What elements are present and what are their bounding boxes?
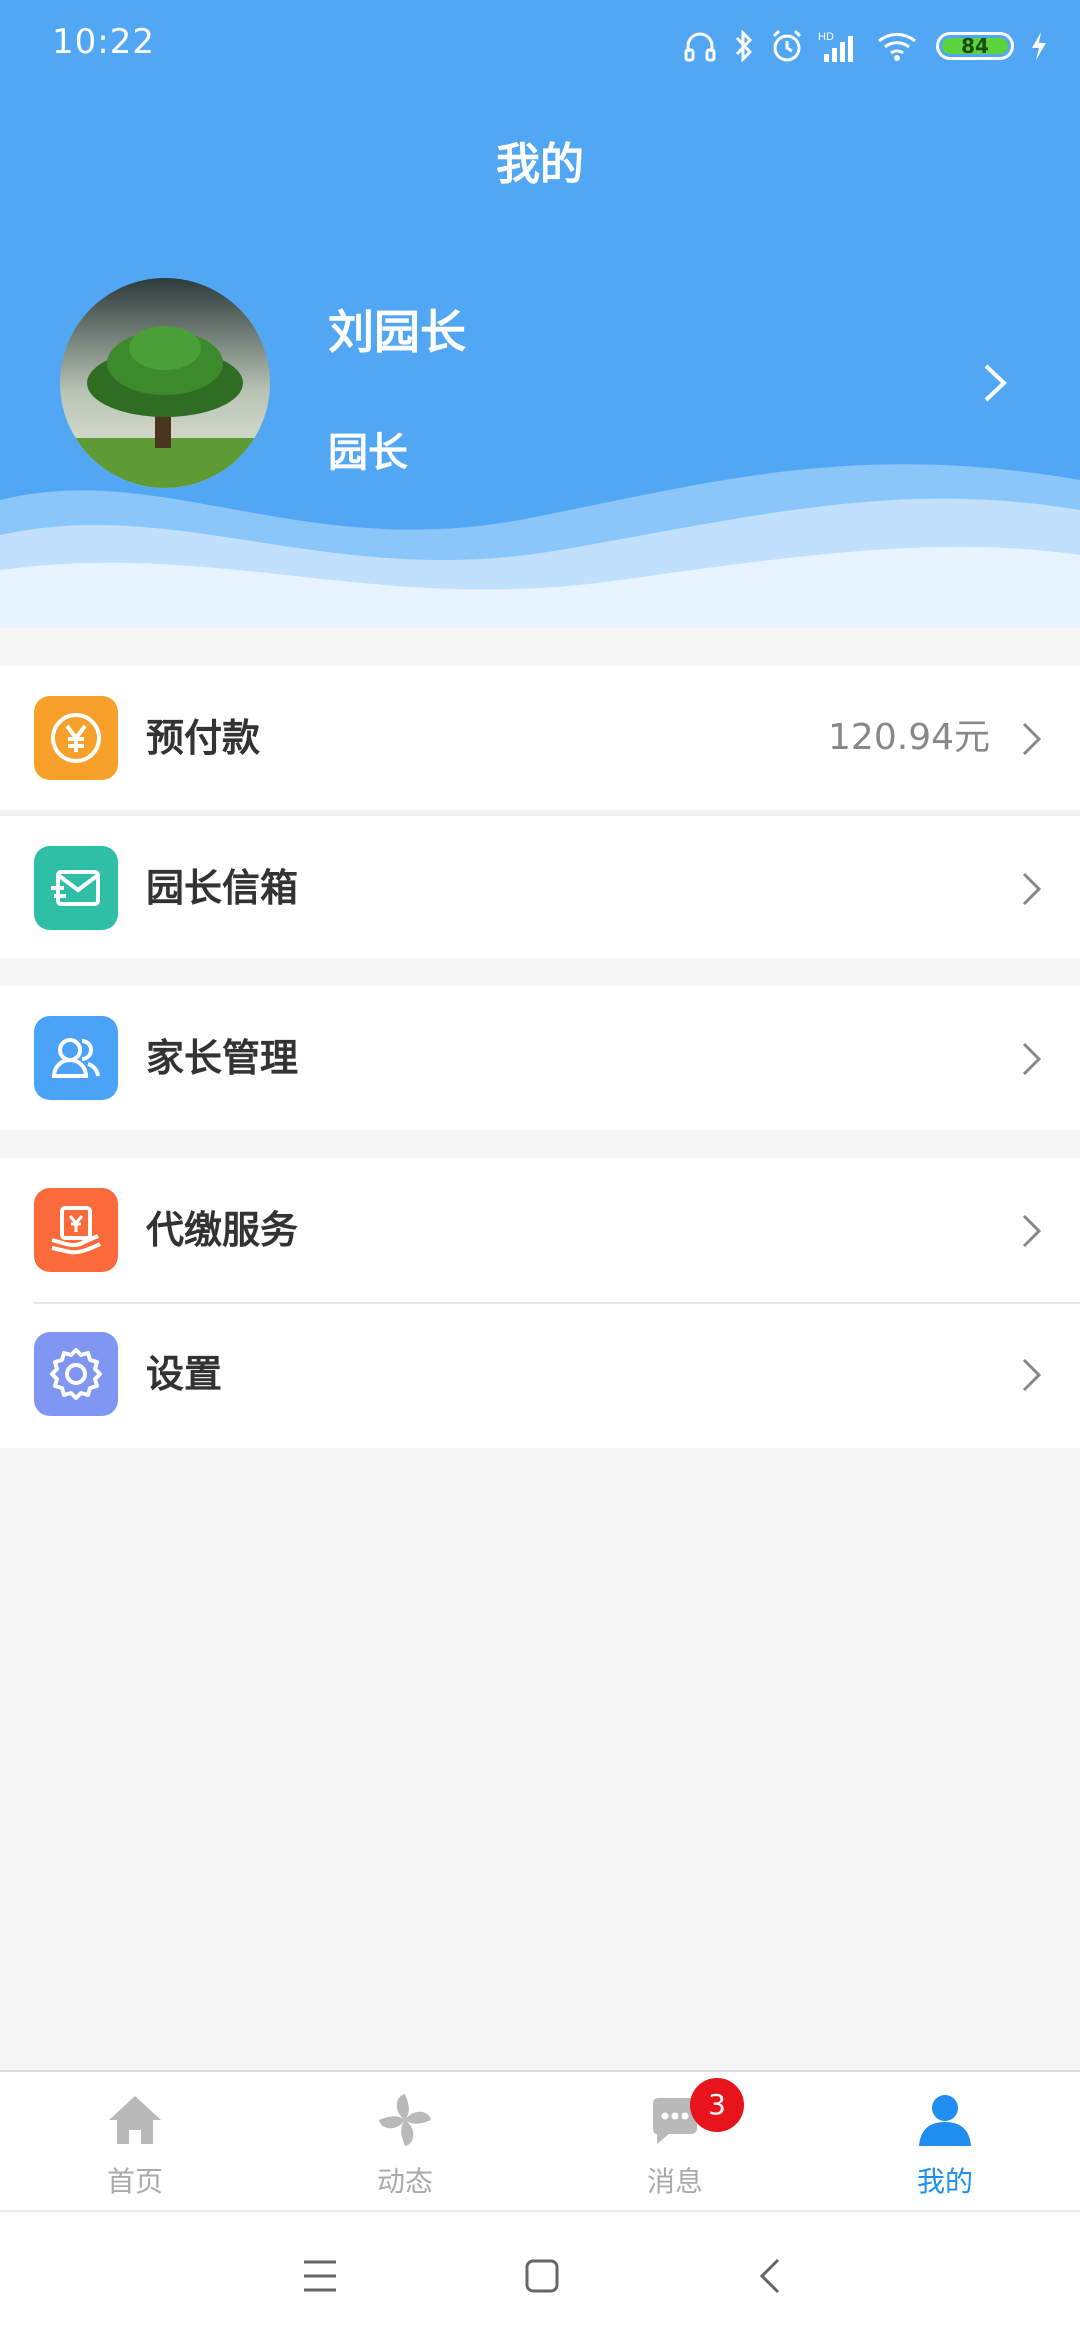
tab-mine[interactable]: 我的 xyxy=(810,2072,1080,2212)
tab-home[interactable]: 首页 xyxy=(0,2072,270,2212)
mail-icon xyxy=(34,846,118,930)
page-title: 我的 xyxy=(496,139,584,190)
chevron-right-icon xyxy=(1022,872,1042,906)
account-card: 预付款 120.94元 园长信箱 xyxy=(0,666,1080,958)
menu-label-prepaid: 预付款 xyxy=(146,716,261,760)
menu-label-mailbox: 园长信箱 xyxy=(146,866,299,910)
tab-feed[interactable]: 动态 xyxy=(270,2072,540,2212)
menu-row-prepaid[interactable]: 预付款 120.94元 xyxy=(0,666,1080,810)
status-time: 10:22 xyxy=(52,22,155,62)
status-icons: HD 84 xyxy=(682,24,1050,68)
signal-hd-icon: HD xyxy=(818,31,853,62)
menu-row-parents[interactable]: 家长管理 xyxy=(0,986,1080,1130)
headphones-icon xyxy=(684,32,716,62)
prepaid-balance: 120.94元 xyxy=(828,717,990,758)
tab-label-messages: 消息 xyxy=(646,2165,703,2198)
payment-icon xyxy=(34,1188,118,1272)
back-icon[interactable] xyxy=(756,2256,784,2296)
user-role: 园长 xyxy=(328,430,408,476)
users-icon xyxy=(34,1016,118,1100)
tab-label-mine: 我的 xyxy=(916,2165,973,2198)
menu-icon[interactable] xyxy=(302,2256,338,2296)
menu-label-settings: 设置 xyxy=(146,1352,223,1396)
profile-header: 10:22 HD 84 我的 刘园长 园长 xyxy=(0,0,1080,628)
yen-icon xyxy=(34,696,118,780)
chevron-right-icon xyxy=(1022,1214,1042,1248)
battery-level: 84 xyxy=(961,34,989,58)
menu-row-mailbox[interactable]: 园长信箱 xyxy=(0,816,1080,960)
user-name[interactable]: 刘园长 xyxy=(328,296,466,362)
menu-label-payment: 代缴服务 xyxy=(146,1208,299,1252)
system-nav-bar xyxy=(0,2210,1080,2340)
parents-card: 家长管理 xyxy=(0,986,1080,1130)
bluetooth-icon xyxy=(735,29,753,63)
tab-label-feed: 动态 xyxy=(376,2165,433,2198)
tab-messages[interactable]: 3 消息 xyxy=(540,2072,810,2212)
chevron-right-icon xyxy=(1022,1358,1042,1392)
tab-label-home: 首页 xyxy=(106,2165,163,2198)
svg-text:HD: HD xyxy=(818,31,834,43)
status-bar: 10:22 HD 84 xyxy=(0,0,1080,90)
menu-row-payment[interactable]: 代缴服务 xyxy=(0,1158,1080,1302)
charging-icon xyxy=(1032,32,1046,60)
chevron-right-icon xyxy=(1022,722,1042,756)
tree-avatar-image xyxy=(60,278,270,488)
unread-badge: 3 xyxy=(690,2078,744,2132)
wifi-icon xyxy=(878,33,916,61)
battery-indicator: 84 xyxy=(936,32,1014,60)
menu-row-settings[interactable]: 设置 xyxy=(0,1302,1080,1446)
chevron-right-icon xyxy=(1022,1042,1042,1076)
home-icon xyxy=(109,2096,161,2144)
services-card: 代缴服务 设置 xyxy=(0,1158,1080,1448)
bottom-tab-bar: 首页 动态 3 消息 我的 xyxy=(0,2070,1080,2210)
gear-icon xyxy=(34,1332,118,1416)
person-icon xyxy=(919,2095,971,2146)
menu-label-parents: 家长管理 xyxy=(146,1036,299,1080)
chevron-right-icon[interactable] xyxy=(980,360,1010,406)
alarm-icon xyxy=(772,29,802,62)
avatar[interactable] xyxy=(60,278,270,488)
home-square-icon[interactable] xyxy=(524,2256,560,2296)
pinwheel-icon xyxy=(379,2094,431,2146)
